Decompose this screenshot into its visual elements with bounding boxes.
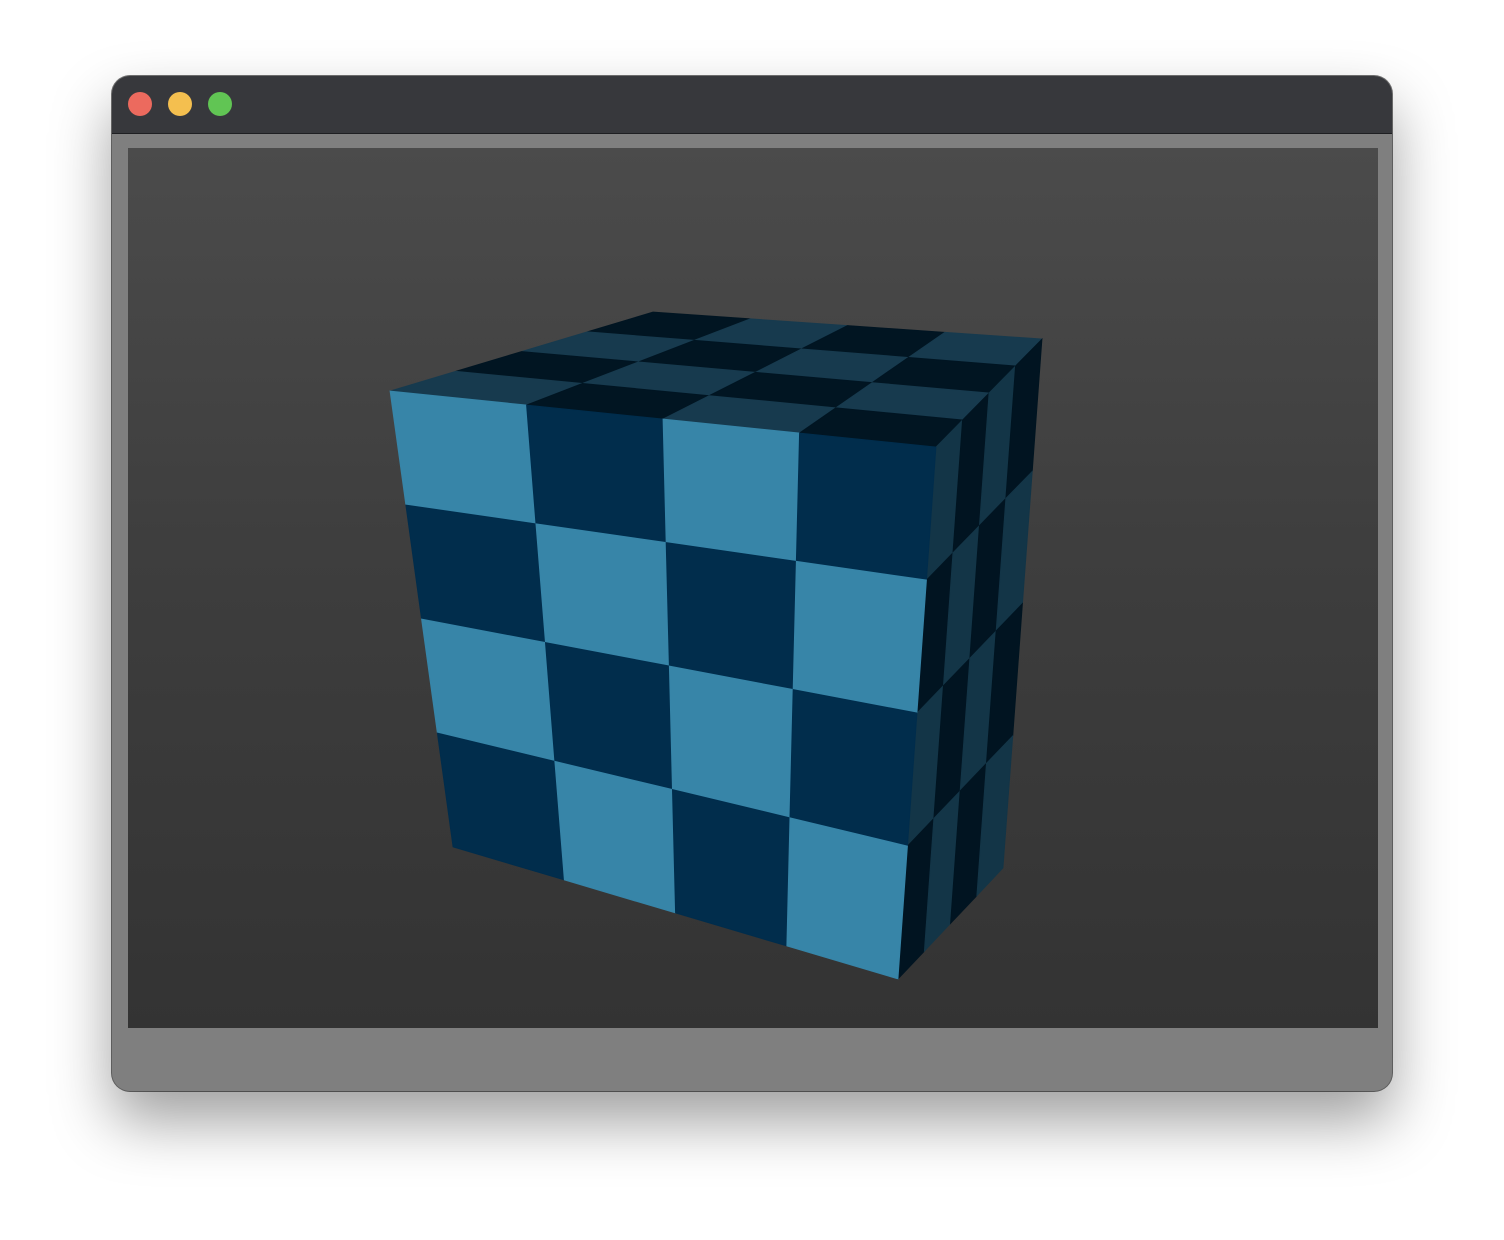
front-tile-0-3 xyxy=(795,432,937,581)
3d-viewport[interactable] xyxy=(128,148,1378,1028)
cube-front-face xyxy=(389,390,937,980)
close-button[interactable] xyxy=(128,92,152,116)
front-tile-1-2 xyxy=(665,542,797,690)
front-tile-0-2 xyxy=(662,418,800,562)
app-window xyxy=(112,76,1392,1091)
maximize-button[interactable] xyxy=(208,92,232,116)
minimize-button[interactable] xyxy=(168,92,192,116)
cube-scene xyxy=(389,311,1043,981)
front-tile-3-3 xyxy=(786,817,908,980)
front-tile-0-0 xyxy=(389,390,537,525)
front-tile-1-3 xyxy=(792,560,927,714)
title-bar[interactable] xyxy=(112,76,1392,134)
front-tile-0-1 xyxy=(526,404,667,543)
